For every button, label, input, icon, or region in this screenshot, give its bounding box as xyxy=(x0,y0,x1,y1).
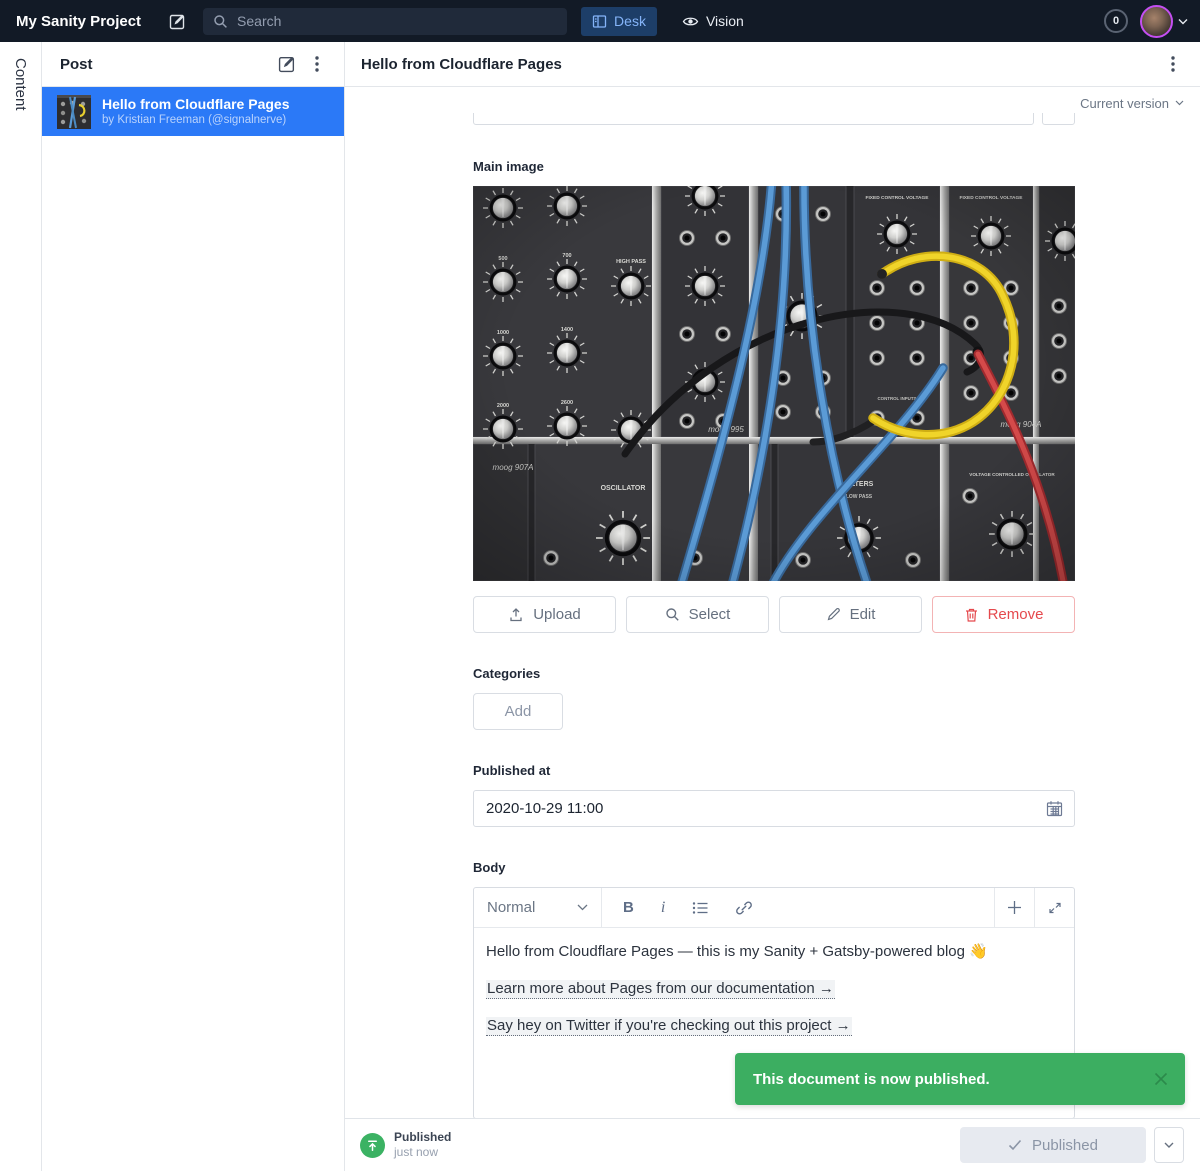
select-label: Select xyxy=(689,606,731,623)
search-placeholder: Search xyxy=(237,13,281,29)
new-document-button[interactable] xyxy=(163,7,191,35)
post-thumbnail xyxy=(57,95,91,129)
main-image-label: Main image xyxy=(473,159,1075,174)
body-content[interactable]: Hello from Cloudflare Pages — this is my… xyxy=(474,928,1074,1064)
link-icon[interactable] xyxy=(736,900,752,916)
select-button[interactable]: Select xyxy=(626,596,769,633)
document-menu-button[interactable] xyxy=(1158,49,1188,79)
toast-message: This document is now published. xyxy=(753,1071,990,1088)
post-pane-menu-button[interactable] xyxy=(302,49,332,79)
main-image-photo: 500 700 HIGH PASS 1000 1400 2000 2600 xyxy=(473,186,1075,581)
compose-icon xyxy=(278,55,296,73)
document-form: Main image xyxy=(345,113,1200,1118)
main-area: Content Post xyxy=(0,42,1200,1171)
calendar-icon[interactable] xyxy=(1046,800,1063,817)
kebab-menu-icon xyxy=(315,56,319,72)
post-pane-title: Post xyxy=(60,56,272,73)
version-label: Current version xyxy=(1080,96,1169,111)
remove-button[interactable]: Remove xyxy=(932,596,1075,633)
publish-status-title: Published xyxy=(394,1130,451,1145)
categories-label: Categories xyxy=(473,666,1075,681)
body-label: Body xyxy=(473,860,1075,875)
pencil-icon xyxy=(826,607,841,622)
insert-block-button[interactable] xyxy=(994,888,1034,927)
eye-icon xyxy=(682,15,699,28)
upload-label: Upload xyxy=(533,606,581,623)
post-item-title: Hello from Cloudflare Pages xyxy=(102,95,289,113)
post-item-subtitle: by Kristian Freeman (@signalnerve) xyxy=(102,113,289,128)
body-link[interactable]: Say hey on Twitter if you're checking ou… xyxy=(486,1017,852,1036)
desk-icon xyxy=(592,14,607,29)
publish-button-label: Published xyxy=(1032,1137,1098,1154)
slug-input[interactable] xyxy=(473,113,1034,125)
publish-menu-chevron[interactable] xyxy=(1154,1127,1184,1163)
search-icon xyxy=(213,14,228,29)
chevron-down-icon xyxy=(577,904,588,911)
document-footer: Published just now Published xyxy=(345,1118,1200,1171)
published-at-input[interactable]: 2020-10-29 11:00 xyxy=(473,790,1075,827)
post-list-pane: Post xyxy=(42,42,345,1171)
edit-button[interactable]: Edit xyxy=(779,596,922,633)
tab-vision-label: Vision xyxy=(706,13,744,29)
add-category-button[interactable]: Add xyxy=(473,693,563,730)
upload-icon xyxy=(508,607,524,623)
document-pane: Hello from Cloudflare Pages Current vers… xyxy=(345,42,1200,1171)
publish-toast: This document is now published. xyxy=(735,1053,1185,1105)
check-icon xyxy=(1008,1139,1022,1151)
close-icon[interactable] xyxy=(1153,1071,1169,1087)
avatar[interactable] xyxy=(1140,5,1173,38)
compose-icon xyxy=(169,13,186,30)
document-title: Hello from Cloudflare Pages xyxy=(361,56,1158,73)
document-header: Hello from Cloudflare Pages xyxy=(345,42,1200,87)
user-menu-chevron-icon[interactable] xyxy=(1178,18,1188,25)
content-rail-label: Content xyxy=(12,58,29,1171)
body-link[interactable]: Learn more about Pages from our document… xyxy=(486,980,835,999)
publish-status-icon xyxy=(360,1133,385,1158)
style-select[interactable]: Normal xyxy=(474,888,602,927)
slug-field-cutoff xyxy=(473,113,1075,126)
remove-label: Remove xyxy=(988,606,1044,623)
search-input[interactable]: Search xyxy=(203,8,567,35)
italic-button[interactable]: i xyxy=(661,899,665,917)
top-navbar: My Sanity Project Search Desk xyxy=(0,0,1200,42)
fullscreen-icon[interactable] xyxy=(1034,888,1074,927)
publish-status-time: just now xyxy=(394,1145,451,1160)
notifications-badge[interactable]: 0 xyxy=(1104,9,1128,33)
bold-button[interactable]: B xyxy=(623,899,634,916)
tab-desk[interactable]: Desk xyxy=(581,7,657,36)
post-pane-header: Post xyxy=(42,42,344,87)
tab-desk-label: Desk xyxy=(614,13,646,29)
kebab-menu-icon xyxy=(1171,56,1175,72)
publish-button[interactable]: Published xyxy=(960,1127,1146,1163)
editor-toolbar: Normal B i xyxy=(474,888,1074,928)
body-paragraph: Hello from Cloudflare Pages — this is my… xyxy=(486,941,1062,963)
published-at-value: 2020-10-29 11:00 xyxy=(486,800,603,817)
post-list-item-selected[interactable]: Hello from Cloudflare Pages by Kristian … xyxy=(42,87,344,136)
create-post-button[interactable] xyxy=(272,49,302,79)
published-at-label: Published at xyxy=(473,763,1075,778)
chevron-down-icon xyxy=(1175,100,1184,106)
edit-label: Edit xyxy=(850,606,876,623)
tab-vision[interactable]: Vision xyxy=(671,7,755,36)
slug-generate-button[interactable] xyxy=(1042,113,1075,125)
version-selector[interactable]: Current version xyxy=(345,87,1200,113)
content-rail[interactable]: Content xyxy=(0,42,42,1171)
image-actions: Upload Select xyxy=(473,596,1075,633)
trash-icon xyxy=(964,607,979,623)
search-icon xyxy=(665,607,680,622)
style-select-value: Normal xyxy=(487,899,535,916)
bullet-list-icon[interactable] xyxy=(692,901,709,915)
upload-button[interactable]: Upload xyxy=(473,596,616,633)
project-title: My Sanity Project xyxy=(16,13,141,30)
